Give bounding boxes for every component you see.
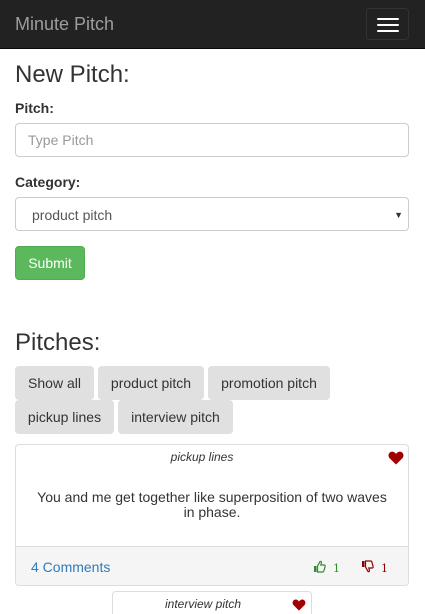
brand-link[interactable]: Minute Pitch — [15, 14, 114, 34]
new-pitch-title: New Pitch: — [15, 61, 130, 88]
pitch-input[interactable] — [15, 123, 409, 157]
thumbs-up-icon — [314, 560, 326, 573]
navbar-toggle-button[interactable] — [366, 8, 409, 40]
category-button-interview-pitch[interactable]: interview pitch — [118, 400, 233, 434]
heart-icon[interactable] — [292, 599, 306, 611]
pitch-card: pickup lines You and me get together lik… — [15, 444, 409, 586]
pitch-card: interview pitch — [112, 591, 312, 614]
pitch-card-footer: 4 Comments 1 1 — [16, 546, 408, 585]
pitches-title: Pitches: — [15, 329, 101, 356]
pitch-category: pickup lines — [170, 450, 234, 464]
submit-button[interactable]: Submit — [15, 246, 85, 280]
downvote-count: 1 — [381, 562, 388, 575]
hamburger-menu-icon — [377, 18, 399, 20]
pitch-text: You and me get together like superpositi… — [37, 489, 387, 520]
category-selected-value: product pitch — [32, 207, 113, 223]
comments-link[interactable]: 4 Comments — [31, 559, 110, 575]
pitch-label: Pitch: — [15, 100, 54, 116]
pitch-category: interview pitch — [164, 597, 242, 611]
category-button-show-all[interactable]: Show all — [15, 366, 94, 400]
navbar: Minute Pitch — [0, 0, 425, 49]
category-button-product-pitch[interactable]: product pitch — [98, 366, 204, 400]
thumbs-down-icon — [362, 560, 374, 573]
category-button-promotion-pitch[interactable]: promotion pitch — [208, 366, 330, 400]
category-label: Category: — [15, 174, 81, 190]
category-select[interactable]: product pitch ▼ — [15, 197, 409, 231]
dropdown-arrow-icon: ▼ — [394, 210, 403, 220]
upvote-count: 1 — [333, 562, 340, 575]
heart-icon[interactable] — [388, 451, 404, 465]
category-button-pickup-lines[interactable]: pickup lines — [15, 400, 114, 434]
